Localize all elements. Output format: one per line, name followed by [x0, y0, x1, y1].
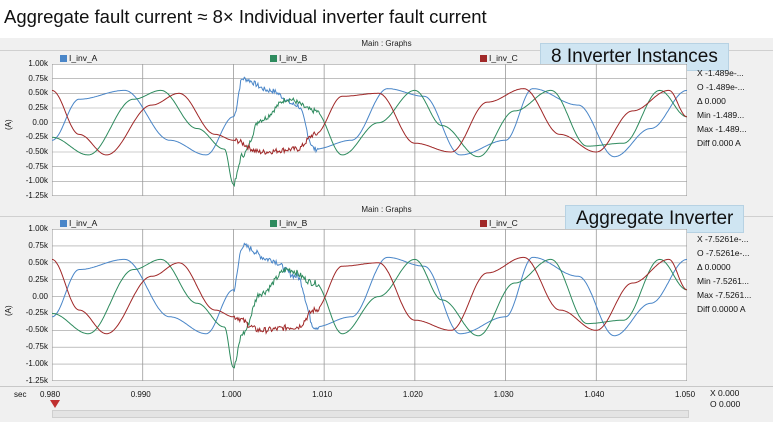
- y-tick-label: 0.75k: [28, 73, 48, 83]
- y-tick-label: 1.00k: [28, 59, 48, 68]
- readout-min: Min -7.5261...: [697, 276, 749, 286]
- x-tick-label: 1.000: [221, 390, 242, 399]
- y-tick-label: 0.50k: [28, 257, 48, 267]
- y-tick-label: 0.00: [32, 117, 48, 127]
- readout-min: Min -1.489...: [697, 110, 745, 120]
- x-tick-label: 1.020: [402, 390, 423, 399]
- legend-item-phase-c-top[interactable]: I_inv_C: [480, 53, 518, 63]
- y-tick-label: -0.25k: [25, 308, 48, 318]
- x-readout-panel: X 0.000 O 0.000: [710, 388, 740, 410]
- legend-item-phase-c-bottom[interactable]: I_inv_C: [480, 218, 518, 228]
- legend-swatch-icon: [480, 220, 487, 227]
- y-tick-label: -1.00k: [25, 359, 48, 369]
- legend-item-phase-b-top[interactable]: I_inv_B: [270, 53, 307, 63]
- plot-area-top[interactable]: [52, 64, 687, 196]
- readout-x: X -7.5261e-...: [697, 234, 749, 244]
- readout-delta: Δ 0.000: [697, 96, 726, 106]
- y-tick-label: -1.25k: [25, 376, 48, 385]
- readout-diff: Diff 0.0000 A: [697, 304, 746, 314]
- y-tick-label: 0.25k: [28, 103, 48, 112]
- y-tick-label: -0.75k: [25, 161, 48, 171]
- legend-swatch-icon: [480, 55, 487, 62]
- x-readout-o: O 0.000: [710, 399, 741, 409]
- x-readout-x: X 0.000: [710, 388, 740, 398]
- x-tick-label: 1.050: [675, 390, 696, 399]
- readout-max: Max -7.5261...: [697, 290, 752, 300]
- legend-item-phase-b-bottom[interactable]: I_inv_B: [270, 218, 307, 228]
- x-axis-unit-label: sec: [14, 390, 27, 399]
- y-tick-label: -0.25k: [25, 132, 48, 142]
- legend-item-phase-a-bottom[interactable]: I_inv_A: [60, 218, 97, 228]
- legend-item-phase-a-top[interactable]: I_inv_A: [60, 53, 97, 63]
- x-tick-label: 1.010: [312, 390, 333, 399]
- x-tick-label: 1.030: [493, 390, 514, 399]
- legend-swatch-icon: [270, 55, 277, 62]
- readout-x: X -1.489e-...: [697, 68, 744, 78]
- plot-area-bottom[interactable]: [52, 229, 687, 381]
- readout-o: O -7.5261e-...: [697, 248, 750, 258]
- x-tick-label: 0.980: [40, 390, 61, 399]
- readout-panel-top: X -1.489e-... O -1.489e-... Δ 0.000 Min …: [697, 66, 747, 150]
- x-tick-label: 0.990: [130, 390, 151, 399]
- legend-swatch-icon: [60, 55, 67, 62]
- scroll-track[interactable]: [52, 410, 689, 418]
- y-tick-label: 0.75k: [28, 240, 48, 250]
- y-axis-label-bottom: (A): [4, 305, 13, 316]
- readout-diff: Diff 0.000 A: [697, 138, 741, 148]
- readout-delta: Δ 0.0000: [697, 262, 731, 272]
- readout-max: Max -1.489...: [697, 124, 747, 134]
- y-tick-label: -1.25k: [25, 191, 48, 200]
- readout-o: O -1.489e-...: [697, 82, 745, 92]
- y-axis-label-top: (A): [4, 119, 13, 130]
- y-tick-label: -0.75k: [25, 342, 48, 352]
- readout-panel-bottom: X -7.5261e-... O -7.5261e-... Δ 0.0000 M…: [697, 232, 751, 316]
- y-tick-label: 0.25k: [28, 274, 48, 284]
- plot-background: [52, 229, 687, 381]
- cursor-marker-icon[interactable]: [50, 400, 60, 408]
- slide-title: Aggregate fault current ≈ 8× Individual …: [4, 6, 487, 27]
- legend-swatch-icon: [270, 220, 277, 227]
- y-tick-label: -0.50k: [25, 147, 48, 156]
- y-tick-label: -1.00k: [25, 176, 48, 186]
- y-tick-label: -0.50k: [25, 325, 48, 335]
- y-tick-label: 0.50k: [28, 88, 48, 98]
- plot-background: [52, 64, 687, 196]
- x-tick-label: 1.040: [584, 390, 605, 399]
- y-tick-label: 0.00: [32, 291, 48, 301]
- y-tick-label: 1.00k: [28, 224, 48, 233]
- legend-swatch-icon: [60, 220, 67, 227]
